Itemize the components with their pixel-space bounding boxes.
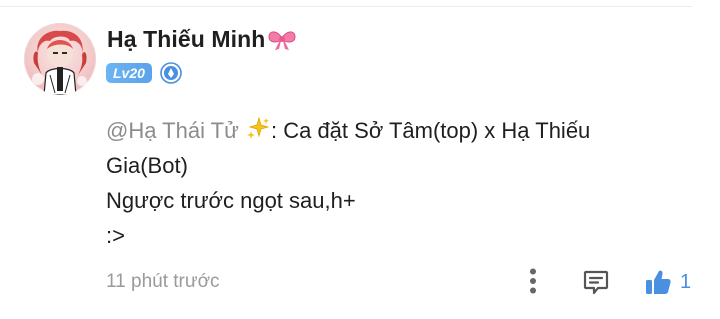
message-line-3: Ngược trước ngọt sau,h+: [106, 188, 356, 213]
message-line-1: @Hạ Thái Tử : Ca đặt Sở Tâm(top) x Hạ Th…: [106, 113, 666, 148]
mention-link[interactable]: @Hạ Thái Tử: [106, 118, 239, 143]
sparkles-icon: [246, 116, 270, 140]
more-options-button[interactable]: [522, 264, 544, 298]
message-line-2: Gia(Bot): [106, 153, 188, 178]
level-badge: Lv20: [106, 63, 152, 83]
vertical-dots-icon: [530, 268, 536, 294]
thumbs-up-icon: [646, 270, 671, 294]
message-line-4: :>: [106, 223, 125, 248]
top-divider: [0, 6, 692, 7]
comment-icon: [583, 270, 609, 295]
username[interactable]: Hạ Thiếu Minh: [107, 26, 265, 53]
comment-message: @Hạ Thái Tử : Ca đặt Sở Tâm(top) x Hạ Th…: [106, 113, 666, 253]
reply-button[interactable]: [580, 266, 612, 298]
message-line-1-text: : Ca đặt Sở Tâm(top) x Hạ Thiếu: [270, 118, 591, 143]
badges-row: Lv20: [106, 62, 182, 84]
ribbon-icon: [267, 28, 297, 52]
like-button[interactable]: 1: [644, 266, 691, 298]
username-row: Hạ Thiếu Minh: [107, 26, 297, 53]
verified-shield-icon: [160, 62, 182, 84]
avatar-image: [32, 30, 87, 95]
like-count: 1: [680, 270, 692, 293]
timestamp: 11 phút trước: [106, 271, 220, 292]
avatar[interactable]: [24, 23, 96, 95]
